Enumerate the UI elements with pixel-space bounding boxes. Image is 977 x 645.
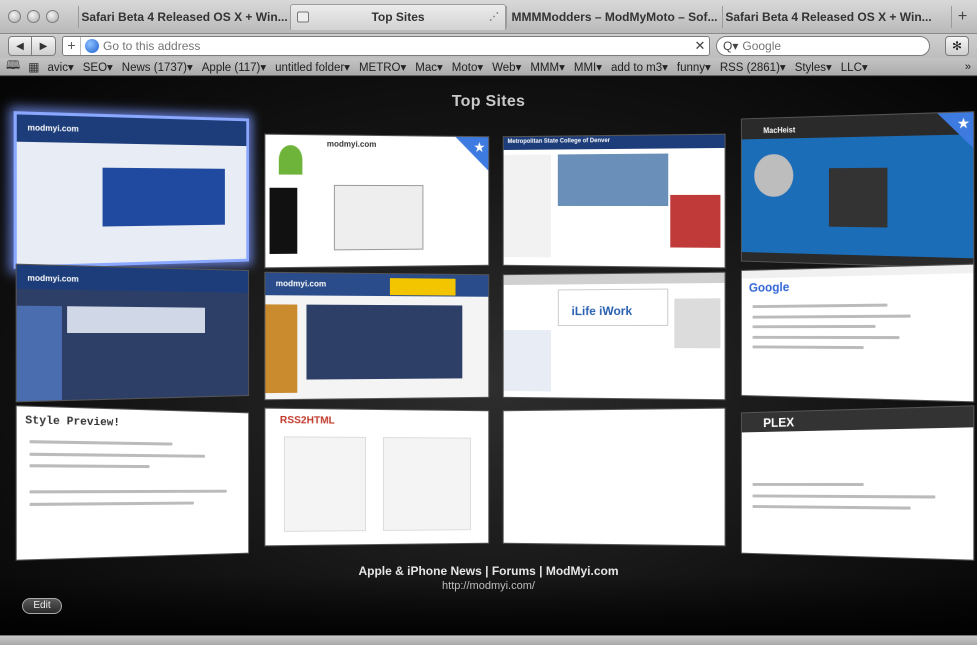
top-site-thumbnail[interactable]: iLife iWork bbox=[503, 272, 726, 401]
tab-drag-grip-icon[interactable]: ⋰ bbox=[489, 12, 499, 23]
address-bar: + ✕ bbox=[62, 36, 710, 56]
add-bookmark-button[interactable]: + bbox=[63, 37, 81, 55]
bookmark-item[interactable]: MMI▾ bbox=[574, 60, 602, 74]
thumbnail-label: Google bbox=[749, 279, 790, 294]
status-bar bbox=[0, 635, 977, 645]
tab-bar: Safari Beta 4 Released OS X + Win... Top… bbox=[0, 0, 977, 34]
top-site-thumbnail[interactable]: RSS2HTML bbox=[264, 408, 489, 547]
bookmark-item[interactable]: funny▾ bbox=[677, 60, 711, 74]
thumbnail-label: modmyi.com bbox=[27, 273, 78, 283]
thumbnail-label: PLEX bbox=[763, 415, 794, 430]
tab-mmmmodders[interactable]: MMMModders – ModMyMoto – Sof... bbox=[506, 6, 722, 28]
toolbar: ◀ ▶ + ✕ Q▾ ✻ bbox=[0, 34, 977, 58]
bug-icon: ✻ bbox=[952, 39, 962, 53]
bookmark-item[interactable]: SEO▾ bbox=[83, 60, 113, 74]
selected-site-url: http://modmyi.com/ bbox=[0, 580, 977, 592]
tab-label: Safari Beta 4 Released OS X + Win... bbox=[725, 10, 931, 24]
tab-top-sites[interactable]: Top Sites ⋰ bbox=[290, 4, 506, 30]
star-icon: ★ bbox=[957, 114, 970, 132]
minimize-window-button[interactable] bbox=[27, 10, 40, 23]
top-site-thumbnail[interactable]: Metropolitan State College of Denver bbox=[503, 134, 726, 269]
top-site-thumbnail[interactable]: modmyi.com bbox=[16, 264, 249, 403]
bookmark-item[interactable]: MMM▾ bbox=[530, 60, 565, 74]
forward-button[interactable]: ▶ bbox=[32, 36, 56, 56]
thumbnail-label: modmyi.com bbox=[27, 123, 78, 134]
nav-buttons: ◀ ▶ bbox=[8, 36, 56, 56]
bookmarks-bar: 🕮 ▦ avic▾ SEO▾ News (1737)▾ Apple (117)▾… bbox=[0, 58, 977, 76]
globe-icon bbox=[85, 39, 99, 53]
back-button[interactable]: ◀ bbox=[8, 36, 32, 56]
bookmark-item[interactable]: RSS (2861)▾ bbox=[720, 60, 786, 74]
new-tab-button[interactable]: + bbox=[951, 6, 973, 28]
bookmark-item[interactable]: Moto▾ bbox=[452, 60, 483, 74]
bookmark-item[interactable]: avic▾ bbox=[48, 60, 74, 74]
thumbnail-label: iLife iWork bbox=[572, 304, 633, 318]
tab-safari-beta-1[interactable]: Safari Beta 4 Released OS X + Win... bbox=[78, 6, 290, 28]
top-sites-title: Top Sites bbox=[0, 93, 977, 111]
thumbnail-label: Style Preview! bbox=[25, 415, 120, 430]
thumbnail-label: modmyi.com bbox=[276, 279, 326, 289]
bookmark-item[interactable]: News (1737)▾ bbox=[122, 60, 193, 74]
tab-label: Safari Beta 4 Released OS X + Win... bbox=[81, 10, 287, 24]
thumbnail-label: modmyi.com bbox=[327, 139, 377, 149]
search-box: Q▾ bbox=[716, 36, 930, 56]
top-site-thumbnail[interactable]: ★ modmyi.com bbox=[264, 134, 489, 269]
thumbnail-label: MacHeist bbox=[763, 126, 795, 136]
bookmark-item[interactable]: LLC▾ bbox=[841, 60, 868, 74]
tab-label: Top Sites bbox=[371, 10, 424, 24]
bookmarks-book-icon[interactable]: 🕮 bbox=[6, 58, 20, 76]
zoom-window-button[interactable] bbox=[46, 10, 59, 23]
bookmark-item[interactable]: add to m3▾ bbox=[611, 60, 668, 74]
top-site-thumbnail[interactable]: modmyi.com bbox=[264, 272, 489, 401]
top-site-thumbnail[interactable]: ★ MacHeist bbox=[741, 111, 974, 269]
bookmark-item[interactable]: METRO▾ bbox=[359, 60, 406, 74]
top-site-thumbnail[interactable]: PLEX bbox=[741, 405, 974, 561]
edit-button[interactable]: Edit bbox=[22, 598, 62, 614]
top-sites-grid-icon[interactable]: ▦ bbox=[28, 60, 39, 74]
thumbnail-label: RSS2HTML bbox=[280, 415, 335, 427]
bookmark-item[interactable]: Styles▾ bbox=[795, 60, 832, 74]
stop-loading-button[interactable]: ✕ bbox=[691, 38, 709, 54]
close-tab-icon[interactable] bbox=[297, 12, 309, 23]
search-engine-icon[interactable]: Q▾ bbox=[723, 39, 738, 53]
bug-report-button[interactable]: ✻ bbox=[945, 36, 969, 56]
window-controls bbox=[0, 10, 78, 23]
top-site-thumbnail[interactable] bbox=[503, 408, 726, 547]
bookmark-item[interactable]: Mac▾ bbox=[415, 60, 443, 74]
selected-site-title: Apple & iPhone News | Forums | ModMyi.co… bbox=[0, 564, 977, 578]
top-site-thumbnail[interactable]: Style Preview! bbox=[16, 405, 249, 561]
bookmark-item[interactable]: Apple (117)▾ bbox=[202, 60, 266, 74]
forward-arrow-icon: ▶ bbox=[40, 41, 48, 52]
tab-safari-beta-2[interactable]: Safari Beta 4 Released OS X + Win... bbox=[722, 6, 934, 28]
tab-label: MMMModders – ModMyMoto – Sof... bbox=[512, 10, 718, 24]
close-window-button[interactable] bbox=[8, 10, 21, 23]
top-site-thumbnail[interactable]: modmyi.com bbox=[14, 111, 249, 269]
bookmark-item[interactable]: untitled folder▾ bbox=[275, 60, 350, 74]
bookmarks-overflow-button[interactable]: » bbox=[965, 61, 971, 73]
search-input[interactable] bbox=[742, 39, 923, 53]
address-input[interactable] bbox=[103, 39, 691, 53]
top-sites-view: Top Sites modmyi.com ★ modmyi.com Metrop… bbox=[0, 77, 977, 635]
star-icon: ★ bbox=[473, 139, 485, 156]
back-arrow-icon: ◀ bbox=[16, 41, 24, 52]
thumbnail-label: Metropolitan State College of Denver bbox=[508, 138, 610, 145]
top-site-thumbnail[interactable]: Google bbox=[741, 264, 974, 403]
bookmark-item[interactable]: Web▾ bbox=[492, 60, 521, 74]
